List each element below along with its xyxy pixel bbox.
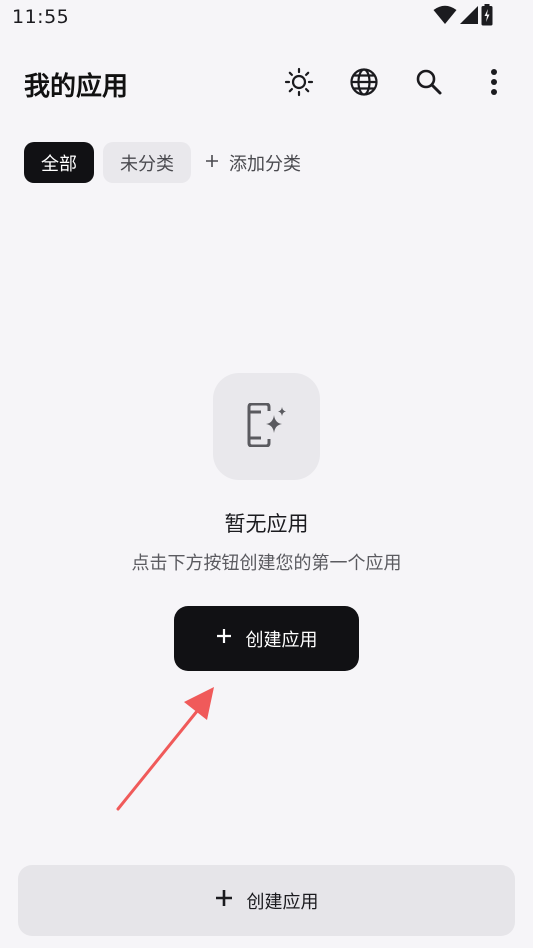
- plus-icon: [205, 152, 219, 173]
- category-chips: 全部 未分类 添加分类: [24, 142, 301, 183]
- app-bar: 我的应用: [0, 56, 533, 112]
- search-button[interactable]: [407, 62, 451, 106]
- chip-all[interactable]: 全部: [24, 142, 94, 183]
- add-category-button[interactable]: 添加分类: [205, 150, 301, 176]
- theme-toggle-button[interactable]: [277, 62, 321, 106]
- plus-icon: [215, 889, 233, 912]
- status-bar: 11:55: [0, 0, 533, 36]
- theme-brightness-icon: [284, 67, 314, 101]
- empty-state-title: 暂无应用: [224, 512, 309, 536]
- chip-label: 未分类: [120, 153, 174, 175]
- plus-icon: [216, 628, 232, 649]
- chip-uncategorized[interactable]: 未分类: [103, 142, 191, 183]
- create-app-label: 创建应用: [245, 629, 318, 651]
- empty-state-icon-container: [213, 373, 320, 480]
- bottom-create-app-button[interactable]: 创建应用: [18, 865, 515, 936]
- language-button[interactable]: [342, 62, 386, 106]
- bottom-create-app-label: 创建应用: [246, 891, 319, 913]
- pointer-arrow-annotation: [110, 680, 230, 820]
- chip-label: 全部: [41, 153, 77, 175]
- more-vert-icon: [490, 68, 498, 100]
- more-options-button[interactable]: [472, 62, 516, 106]
- battery-charging-icon: [481, 4, 493, 30]
- language-globe-icon: [349, 67, 379, 101]
- search-icon: [415, 68, 443, 100]
- add-category-label: 添加分类: [229, 153, 301, 175]
- phone-sparkle-icon: [247, 402, 287, 451]
- create-app-button[interactable]: 创建应用: [174, 606, 359, 671]
- status-time: 11:55: [12, 6, 70, 28]
- empty-state-subtitle: 点击下方按钮创建您的第一个应用: [131, 553, 402, 574]
- wifi-icon: [433, 5, 457, 29]
- status-icons: [433, 4, 493, 30]
- signal-icon: [459, 5, 479, 29]
- page-title: 我的应用: [24, 72, 129, 102]
